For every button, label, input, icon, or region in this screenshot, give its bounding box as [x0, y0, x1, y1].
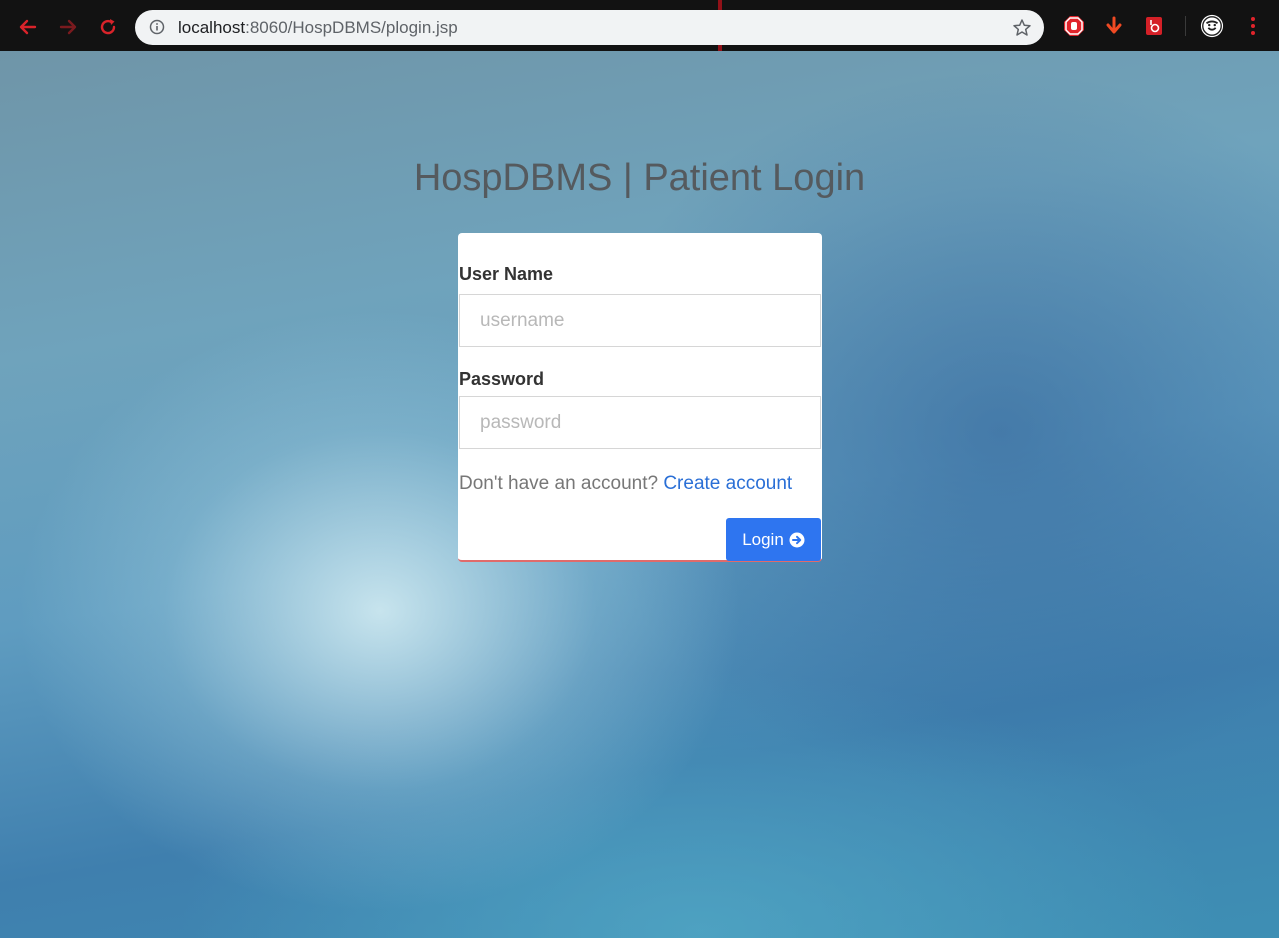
- star-icon[interactable]: [1012, 18, 1032, 38]
- account-prompt: Don't have an account? Create account: [459, 473, 792, 495]
- login-page: HospDBMS | Patient Login User Name Passw…: [0, 51, 1279, 938]
- reload-button[interactable]: [94, 13, 122, 41]
- toolbar-divider: [1185, 16, 1186, 36]
- back-button[interactable]: [14, 13, 42, 41]
- arrow-circle-right-icon: [789, 532, 805, 547]
- password-label: Password: [459, 369, 545, 389]
- create-account-link[interactable]: Create account: [663, 473, 792, 494]
- browser-toolbar: localhost:8060/HospDBMS/plogin.jsp: [0, 0, 1279, 51]
- forward-button[interactable]: [54, 13, 82, 41]
- adblock-extension-button[interactable]: [1062, 14, 1086, 38]
- url-host: localhost: [178, 18, 246, 37]
- username-input[interactable]: [459, 294, 821, 347]
- forward-icon: [59, 19, 77, 35]
- pdf-extension-button[interactable]: [1142, 14, 1166, 38]
- url-path: :8060/HospDBMS/plogin.jsp: [245, 18, 458, 37]
- chrome-menu-button[interactable]: [1241, 14, 1265, 38]
- url-text[interactable]: localhost:8060/HospDBMS/plogin.jsp: [178, 18, 458, 38]
- login-button-label: Login: [742, 529, 784, 549]
- extension-icon: [1146, 17, 1162, 35]
- reload-icon: [100, 19, 116, 35]
- profile-button[interactable]: [1200, 14, 1224, 38]
- info-icon[interactable]: [149, 19, 165, 35]
- password-input[interactable]: [459, 396, 821, 449]
- adblock-icon: [1064, 16, 1084, 36]
- page-title: HospDBMS | Patient Login: [413, 157, 866, 199]
- back-icon: [19, 19, 37, 35]
- download-icon: [1106, 16, 1122, 34]
- login-card: User Name Password Don't have an account…: [458, 233, 822, 562]
- profile-avatar-icon: [1200, 14, 1224, 38]
- address-bar[interactable]: localhost:8060/HospDBMS/plogin.jsp: [135, 10, 1044, 45]
- download-extension-button[interactable]: [1102, 14, 1126, 38]
- login-button[interactable]: Login: [726, 518, 821, 561]
- username-label: User Name: [459, 264, 554, 284]
- menu-icon: [1251, 17, 1255, 35]
- account-prompt-text: Don't have an account?: [459, 473, 659, 494]
